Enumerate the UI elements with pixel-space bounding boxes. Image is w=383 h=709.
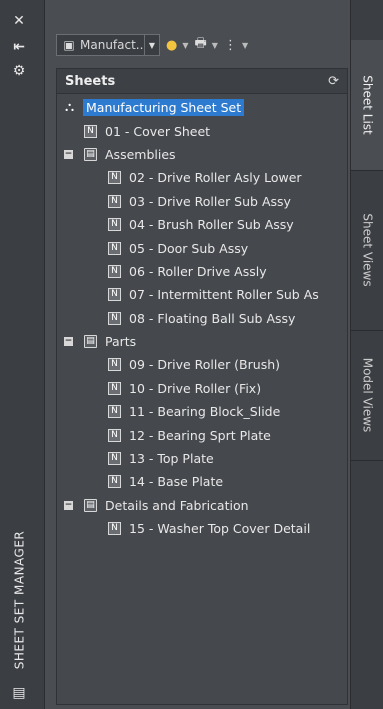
collapse-icon[interactable]: − — [64, 500, 73, 510]
sheet-row[interactable]: N 02 - Drive Roller Asly Lower — [57, 166, 347, 189]
sheet-row[interactable]: N 06 - Roller Drive Assly — [57, 260, 347, 283]
subset-icon: ▤ — [84, 335, 97, 349]
tree-item-label: Parts — [105, 334, 137, 350]
sheet-row[interactable]: N 08 - Floating Ball Sub Assy — [57, 307, 347, 330]
sheet-row[interactable]: N 15 - Washer Top Cover Detail — [57, 517, 347, 540]
subset-row[interactable]: − ▤ Details and Fabrication — [57, 494, 347, 517]
tree-item-label: 14 - Base Plate — [129, 474, 224, 490]
sheet-row[interactable]: N 12 - Bearing Sprt Plate — [57, 423, 347, 446]
chevron-down-icon[interactable]: ▼ — [144, 35, 159, 55]
sheet-icon: N — [108, 218, 121, 232]
sheet-row[interactable]: N 04 - Brush Roller Sub Assy — [57, 213, 347, 236]
tree-item-label: 07 - Intermittent Roller Sub As — [129, 287, 319, 303]
collapse-icon[interactable]: − — [64, 149, 73, 159]
sheet-set-row[interactable]: ⛬ Manufacturing Sheet Set — [57, 96, 347, 119]
sheet-row[interactable]: N 11 - Bearing Block_Slide — [57, 400, 347, 423]
toolbar: ▣ Manufact... ▼ ● ▼ 🖶 ▼ ⋮ ▼ — [56, 32, 346, 58]
tab-sheet-list[interactable]: Sheet List — [351, 40, 383, 171]
tree-item-label: 03 - Drive Roller Sub Assy — [129, 193, 291, 209]
publish-icon: ● — [166, 37, 178, 53]
tree-item-label: Assemblies — [105, 146, 176, 162]
chevron-down-icon[interactable]: ▼ — [182, 41, 188, 50]
sheets-panel: Sheets ⟳ ⛬ Manufacturing Sheet Set N 01 - C… — [56, 68, 348, 705]
sheet-set-manager-main: ▣ Manufact... ▼ ● ▼ 🖶 ▼ ⋮ ▼ Sheets ⟳ ⛬ Manuf… — [46, 0, 348, 709]
sheet-set-icon: ⛬ — [64, 100, 75, 116]
sheet-row[interactable]: N 13 - Top Plate — [57, 447, 347, 470]
model-view-button[interactable]: ⋮ ▼ — [224, 38, 248, 53]
tab-model-views[interactable]: Model Views — [351, 330, 383, 461]
sheet-icon: N — [108, 475, 121, 489]
tree-item-label: Details and Fabrication — [105, 497, 249, 513]
sheet-icon: N — [108, 194, 121, 208]
sheet-icon: N — [108, 311, 121, 325]
collapse-icon[interactable]: − — [64, 337, 73, 347]
palette-title-bar: ✕ ⇤ ⚙ SHEET SET MANAGER ▤ — [0, 0, 45, 709]
tree-item-label: 02 - Drive Roller Asly Lower — [129, 170, 302, 186]
publish-button[interactable]: ● ▼ — [166, 38, 189, 53]
sheet-icon: N — [108, 241, 121, 255]
tree-item-label: 09 - Drive Roller (Brush) — [129, 357, 281, 373]
sheets-header: Sheets ⟳ — [57, 69, 347, 94]
sheet-tree: ⛬ Manufacturing Sheet Set N 01 - Cover Shee… — [57, 94, 347, 540]
chevron-down-icon[interactable]: ▼ — [212, 41, 218, 50]
subset-icon: ▤ — [84, 498, 97, 512]
tree-item-label: 01 - Cover Sheet — [105, 123, 211, 139]
subset-row[interactable]: − ▤ Assemblies — [57, 143, 347, 166]
sheet-icon: N — [108, 522, 121, 536]
sheet-icon: N — [108, 171, 121, 185]
sheet-row[interactable]: N 07 - Intermittent Roller Sub As — [57, 283, 347, 306]
palette-tabs: Sheet List Sheet Views Model Views — [350, 0, 383, 709]
subset-icon: ▤ — [84, 147, 97, 161]
sheets-title: Sheets — [65, 73, 116, 89]
sheet-set-icon: ▣ — [63, 38, 75, 52]
chevron-down-icon[interactable]: ▼ — [242, 41, 248, 50]
sheet-row[interactable]: N 09 - Drive Roller (Brush) — [57, 353, 347, 376]
sheet-icon: N — [108, 288, 121, 302]
tree-item-label: 04 - Brush Roller Sub Assy — [129, 217, 294, 233]
properties-icon[interactable]: ⚙ — [10, 62, 28, 80]
sheet-row[interactable]: N 14 - Base Plate — [57, 470, 347, 493]
sheet-row[interactable]: N 01 - Cover Sheet — [57, 119, 347, 142]
sheet-icon: N — [108, 428, 121, 442]
sheet-icon: N — [108, 264, 121, 278]
tree-item-label: 06 - Roller Drive Assly — [129, 263, 267, 279]
model-view-icon: ⋮ — [223, 37, 237, 53]
tree-item-label: 05 - Door Sub Assy — [129, 240, 249, 256]
tree-item-label: 08 - Floating Ball Sub Assy — [129, 310, 296, 326]
tree-item-label: Manufacturing Sheet Set — [83, 99, 245, 117]
tree-item-label: 11 - Bearing Block_Slide — [129, 404, 281, 420]
palette-menu-icon[interactable]: ▤ — [10, 684, 28, 702]
sheet-row[interactable]: N 10 - Drive Roller (Fix) — [57, 377, 347, 400]
sheet-icon: N — [84, 124, 97, 138]
refresh-icon[interactable]: ⟳ — [328, 74, 339, 89]
close-icon[interactable]: ✕ — [10, 12, 28, 30]
tree-item-label: 15 - Washer Top Cover Detail — [129, 521, 311, 537]
tree-item-label: 13 - Top Plate — [129, 451, 214, 467]
sheet-icon: N — [108, 358, 121, 372]
sheet-row[interactable]: N 05 - Door Sub Assy — [57, 236, 347, 259]
tree-item-label: 10 - Drive Roller (Fix) — [129, 380, 262, 396]
sheet-icon: N — [108, 452, 121, 466]
sheet-set-dropdown-value: Manufact... — [80, 38, 144, 52]
plot-button[interactable]: 🖶 ▼ — [195, 34, 218, 56]
sheet-set-dropdown[interactable]: ▣ Manufact... ▼ — [56, 34, 160, 56]
plot-icon: 🖶 — [194, 36, 207, 51]
tab-sheet-views[interactable]: Sheet Views — [351, 170, 383, 331]
auto-hide-icon[interactable]: ⇤ — [10, 38, 28, 56]
tree-item-label: 12 - Bearing Sprt Plate — [129, 427, 271, 443]
palette-title: SHEET SET MANAGER — [12, 530, 26, 670]
subset-row[interactable]: − ▤ Parts — [57, 330, 347, 353]
sheet-icon: N — [108, 405, 121, 419]
sheet-icon: N — [108, 381, 121, 395]
sheet-row[interactable]: N 03 - Drive Roller Sub Assy — [57, 190, 347, 213]
